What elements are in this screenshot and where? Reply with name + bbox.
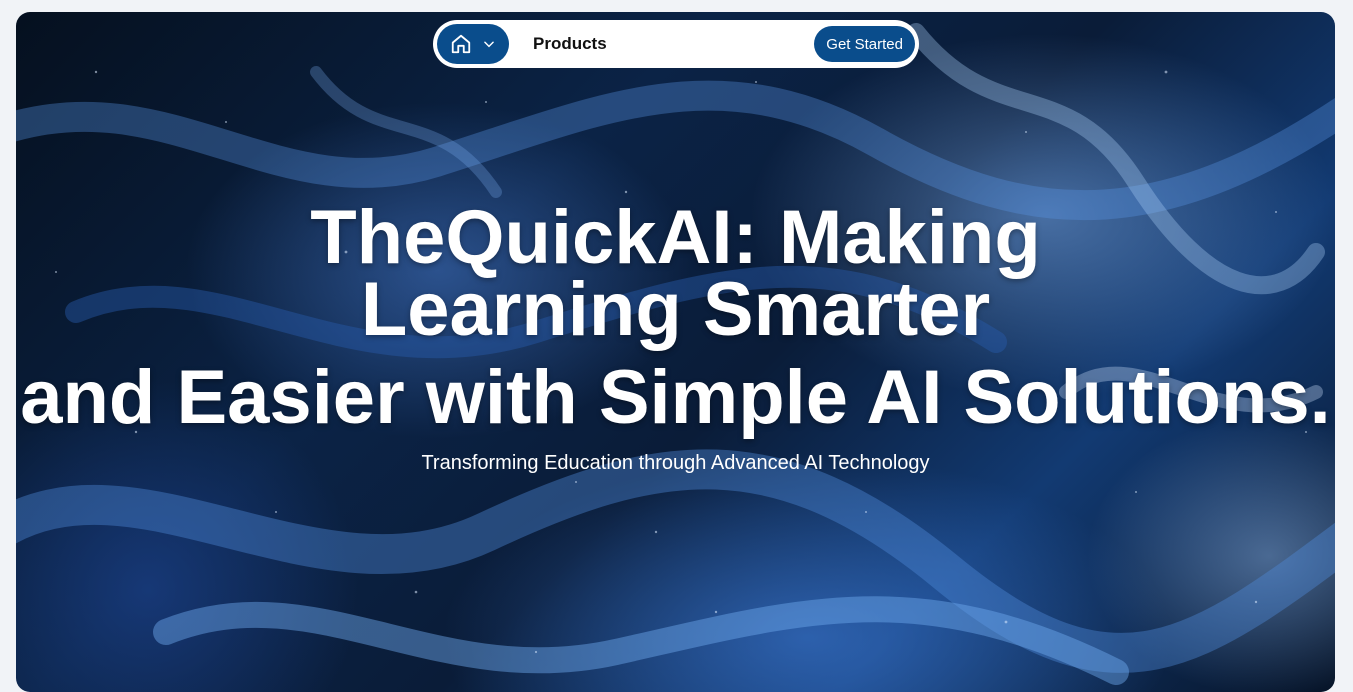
home-menu-button[interactable] bbox=[437, 24, 509, 64]
hero-background-image bbox=[16, 23, 1335, 685]
hero-section: Products Get Started TheQuickAI: Making … bbox=[16, 12, 1335, 692]
hero-headline-line1: TheQuickAI: Making Learning Smarter bbox=[310, 195, 1041, 352]
home-icon bbox=[450, 33, 472, 55]
hero-subtitle: Transforming Education through Advanced … bbox=[421, 452, 930, 474]
get-started-button[interactable]: Get Started bbox=[814, 26, 915, 62]
hero-headline-line2: and Easier with Simple AI Solutions. bbox=[20, 355, 1331, 440]
nav-link-products[interactable]: Products bbox=[533, 34, 607, 54]
top-navigation: Products Get Started bbox=[433, 20, 919, 68]
chevron-down-icon bbox=[482, 37, 496, 51]
